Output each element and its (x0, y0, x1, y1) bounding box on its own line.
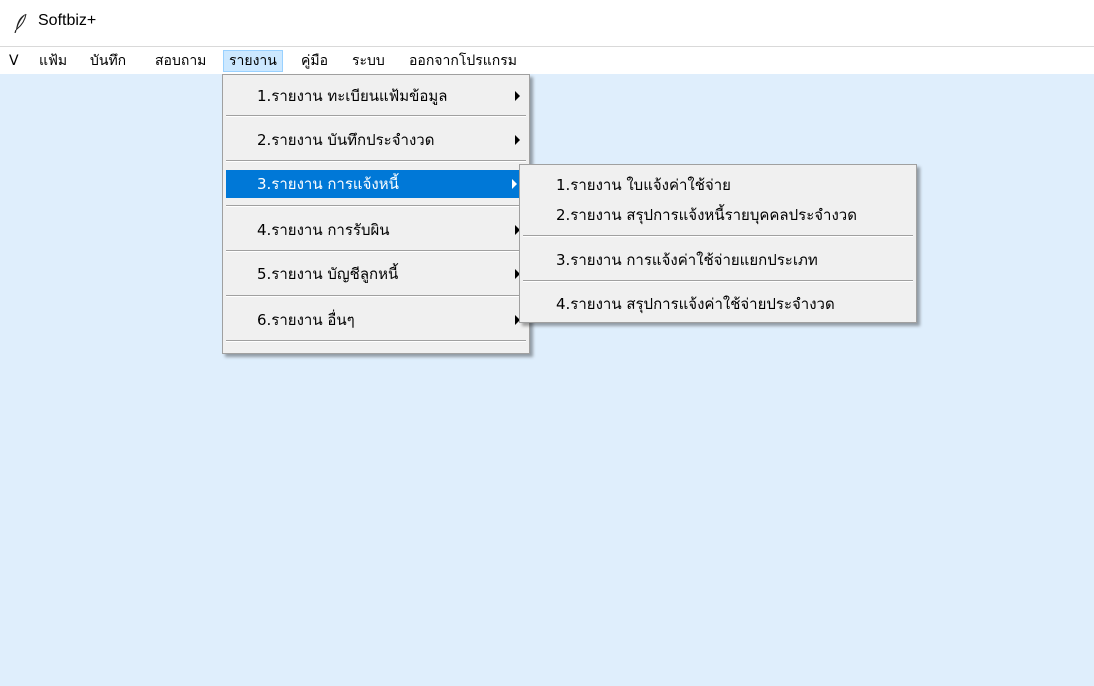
menu-separator (226, 205, 526, 207)
menu-item-label: 5.รายงาน บัญชีลูกหนี้ (257, 265, 399, 283)
menu-bar: V แฟ้ม บันทึก สอบถาม รายงาน คู่มือ ระบบ … (0, 47, 1094, 74)
menu-v[interactable]: V (4, 50, 24, 72)
title-bar: Softbiz+ (0, 0, 1094, 46)
menu-item-label: 3.รายงาน การแจ้งหนี้ (257, 175, 399, 193)
menu-item-label: 1.รายงาน ใบแจ้งค่าใช้จ่าย (556, 176, 731, 194)
billing-submenu-item-period-expense-summary[interactable]: 4.รายงาน สรุปการแจ้งค่าใช้จ่ายประจำงวด (523, 290, 913, 318)
report-menu-item-debtor-accounts[interactable]: 5.รายงาน บัญชีลูกหนี้ (226, 260, 526, 288)
menu-exit-program[interactable]: ออกจากโปรแกรม (404, 50, 522, 72)
menu-record[interactable]: บันทึก (85, 50, 131, 72)
submenu-arrow-icon (515, 91, 520, 101)
window-title: Softbiz+ (38, 12, 97, 29)
billing-submenu-item-expense-by-type[interactable]: 3.รายงาน การแจ้งค่าใช้จ่ายแยกประเภท (523, 246, 913, 274)
menu-report[interactable]: รายงาน (223, 50, 283, 72)
report-menu-item-billing[interactable]: 3.รายงาน การแจ้งหนี้ (226, 170, 523, 198)
menu-item-label: 2.รายงาน สรุปการแจ้งหนี้รายบุคคลประจำงวด (556, 206, 857, 224)
billing-submenu-item-individual-summary[interactable]: 2.รายงาน สรุปการแจ้งหนี้รายบุคคลประจำงวด (523, 201, 913, 229)
report-menu-item-period-records[interactable]: 2.รายงาน บันทึกประจำงวด (226, 126, 526, 154)
menu-item-label: 6.รายงาน อื่นๆ (257, 311, 355, 329)
billing-report-submenu: 1.รายงาน ใบแจ้งค่าใช้จ่าย 2.รายงาน สรุปก… (519, 164, 917, 323)
menu-item-label: 4.รายงาน สรุปการแจ้งค่าใช้จ่ายประจำงวด (556, 295, 835, 313)
report-menu-item-receipts[interactable]: 4.รายงาน การรับผิน (226, 216, 526, 244)
menu-item-label: 3.รายงาน การแจ้งค่าใช้จ่ายแยกประเภท (556, 251, 818, 269)
menu-separator (226, 340, 526, 342)
report-menu-item-registry[interactable]: 1.รายงาน ทะเบียนแฟ้มข้อมูล (226, 82, 526, 110)
menu-separator (523, 235, 913, 237)
menu-separator (226, 115, 526, 117)
menu-item-label: 2.รายงาน บันทึกประจำงวด (257, 131, 435, 149)
billing-submenu-item-expense-notice[interactable]: 1.รายงาน ใบแจ้งค่าใช้จ่าย (523, 171, 913, 199)
menu-file[interactable]: แฟ้ม (34, 50, 72, 72)
menu-system[interactable]: ระบบ (347, 50, 390, 72)
menu-item-label: 1.รายงาน ทะเบียนแฟ้มข้อมูล (257, 87, 448, 105)
menu-separator (226, 160, 526, 162)
menu-separator (523, 280, 913, 282)
menu-item-label: 4.รายงาน การรับผิน (257, 221, 390, 239)
report-dropdown-menu: 1.รายงาน ทะเบียนแฟ้มข้อมูล 2.รายงาน บันท… (222, 74, 530, 354)
menu-manual[interactable]: คู่มือ (296, 50, 333, 72)
submenu-arrow-icon (515, 135, 520, 145)
submenu-arrow-icon (512, 179, 517, 189)
report-menu-item-other[interactable]: 6.รายงาน อื่นๆ (226, 306, 526, 334)
menu-separator (226, 250, 526, 252)
menu-query[interactable]: สอบถาม (150, 50, 211, 72)
menu-separator (226, 295, 526, 297)
feather-icon (14, 13, 27, 33)
